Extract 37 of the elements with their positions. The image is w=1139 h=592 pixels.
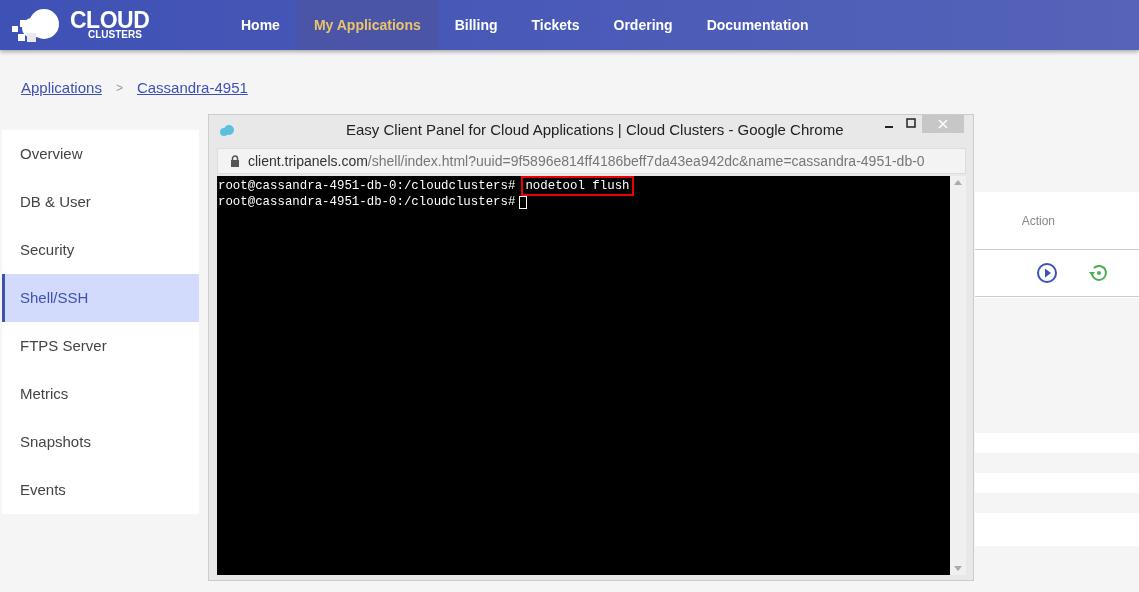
sidebar-item[interactable]: FTPS Server	[2, 322, 199, 370]
logo-subtext: CLUSTERS	[88, 30, 143, 40]
sidebar-item[interactable]: DB & User	[2, 178, 199, 226]
lock-icon	[230, 155, 240, 167]
nav-link[interactable]: My Applications	[296, 0, 438, 50]
nav-link[interactable]: Tickets	[514, 0, 597, 50]
scroll-up-icon[interactable]	[954, 180, 962, 185]
logo-text: CLOUD	[70, 10, 150, 30]
sidebar-item[interactable]: Overview	[2, 130, 199, 178]
breadcrumb-link[interactable]: Cassandra-4951	[136, 77, 248, 100]
nav-link[interactable]: Billing	[437, 0, 515, 50]
breadcrumb-separator: >	[115, 80, 123, 97]
sidebar-item[interactable]: Snapshots	[2, 418, 199, 466]
sidebar-item[interactable]: Events	[2, 466, 199, 514]
cloud-icon	[219, 124, 236, 136]
nav-link[interactable]: Ordering	[596, 0, 690, 50]
window-title: Easy Client Panel for Cloud Applications | Cloud Clusters - Google Chrome	[346, 120, 844, 141]
sidebar-item[interactable]: Shell/SSH	[2, 274, 199, 322]
address-bar[interactable]: client.tripanels.com/shell/index.html?uuid=9f5896e814ff4186beff7da43ea942dc&name=cassandra-4951-db-0	[217, 148, 966, 174]
nav-link[interactable]: Documentation	[689, 0, 826, 50]
sidebar-item[interactable]: Metrics	[2, 370, 199, 418]
scroll-down-icon[interactable]	[954, 566, 962, 571]
nav-link[interactable]: Home	[224, 0, 297, 50]
restore-icon[interactable]	[1088, 262, 1110, 284]
maximize-icon	[906, 118, 916, 128]
minimize-icon	[885, 126, 893, 128]
sidebar-item[interactable]: Security	[2, 226, 199, 274]
scrollbar[interactable]	[950, 176, 966, 575]
url-text: client.tripanels.com/shell/index.html?uuid=9f5896e814ff4186beff7da43ea942dc&name=cassandra-4951-db-0	[248, 151, 925, 171]
terminal[interactable]: root@cassandra-4951-db-0:/cloudclusters# nodetool flush root@cassandra-4951-db-0:/cloudclusters#	[217, 176, 966, 575]
column-header: Action	[1021, 212, 1055, 230]
terminal-command: nodetool flush	[521, 176, 634, 196]
play-icon[interactable]	[1036, 262, 1058, 284]
terminal-prompt: root@cassandra-4951-db-0:/cloudclusters#	[218, 178, 516, 194]
terminal-prompt: root@cassandra-4951-db-0:/cloudclusters#	[218, 194, 516, 210]
close-icon	[938, 119, 948, 129]
breadcrumb-link[interactable]: Applications	[21, 77, 102, 100]
